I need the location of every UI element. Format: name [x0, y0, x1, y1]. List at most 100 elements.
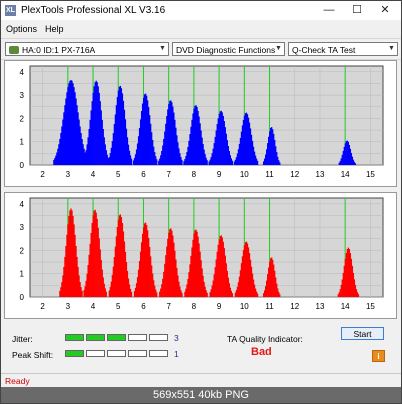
y-tick-label: 0: [20, 161, 25, 170]
toolbar: HA:0 ID:1 PX-716A ▼ DVD Diagnostic Funct…: [1, 38, 401, 60]
meter-segment: [149, 334, 168, 341]
x-tick-label: 5: [116, 302, 121, 311]
close-button[interactable]: ✕: [371, 2, 399, 19]
y-tick-label: 1: [20, 270, 25, 279]
status-text: Ready: [5, 376, 30, 386]
x-tick-label: 13: [316, 170, 325, 179]
y-tick-label: 2: [20, 114, 25, 123]
jitter-value: 3: [174, 333, 179, 343]
drive-icon: [9, 46, 19, 54]
drive-select[interactable]: HA:0 ID:1 PX-716A ▼: [5, 42, 169, 56]
ta-quality-result: Bad: [251, 346, 272, 358]
y-tick-label: 4: [20, 68, 25, 77]
jitter-chart-panel: 0 1 2 3 4 2 3 4 5 6 7 8 9 10 11 12 13 14 15: [4, 60, 397, 187]
chevron-down-icon: ▼: [159, 45, 166, 52]
plot-area: [29, 197, 384, 298]
x-tick-label: 11: [265, 302, 274, 311]
histogram-bar: [256, 160, 259, 165]
x-tick-label: 5: [116, 170, 121, 179]
jitter-chart: 012342 3 4 5 6 7 8 9 10 11 12 13 14 15: [20, 65, 384, 179]
x-tick-label: 8: [192, 302, 197, 311]
peakshift-chart: 012342 3 4 5 6 7 8 9 10 11 12 13 14 15: [20, 197, 384, 311]
peak-shift-label: Peak Shift:: [12, 350, 54, 360]
y-tick-label: 4: [20, 200, 25, 209]
histogram-bar: [279, 162, 281, 165]
x-tick-label: 12: [290, 170, 299, 179]
test-select[interactable]: Q-Check TA Test ▼: [288, 42, 398, 56]
y-tick-label: 1: [20, 138, 25, 147]
meter-segment: [65, 334, 84, 341]
y-tick-label: 3: [20, 223, 25, 232]
meter-segment: [86, 350, 105, 357]
x-tick-label: 3: [66, 302, 71, 311]
status-bar: Ready: [1, 373, 401, 387]
histogram-bar: [181, 159, 183, 165]
x-tick-label: 15: [366, 302, 375, 311]
histogram-bar: [181, 292, 183, 297]
menu-help[interactable]: Help: [45, 24, 64, 34]
y-tick-label: 2: [20, 246, 25, 255]
x-tick-label: 11: [265, 170, 274, 179]
minimize-button[interactable]: —: [315, 2, 343, 19]
y-tick-label: 3: [20, 91, 25, 100]
x-tick-label: 3: [66, 170, 71, 179]
function-select[interactable]: DVD Diagnostic Functions ▼: [172, 42, 285, 56]
x-tick-label: 8: [192, 170, 197, 179]
histogram-bar: [354, 163, 357, 165]
chevron-down-icon: ▼: [275, 45, 282, 52]
meter-segment: [107, 334, 126, 341]
x-tick-label: 4: [91, 302, 96, 311]
meter-segment: [107, 350, 126, 357]
app-window: XL PlexTools Professional XL V3.16 — ☐ ✕…: [0, 0, 402, 404]
histogram-bar: [130, 291, 133, 297]
start-button[interactable]: Start: [341, 327, 384, 340]
peakshift-chart-panel: 0 1 2 3 4 2 3 4 5 6 7 8 9 10 11 12 13 14 15: [4, 192, 397, 319]
histogram-bar: [231, 293, 234, 297]
x-tick-label: 4: [91, 170, 96, 179]
x-tick-label: 9: [217, 302, 222, 311]
histogram-bar: [156, 159, 158, 165]
drive-select-value: HA:0 ID:1 PX-716A: [22, 45, 96, 55]
test-select-value: Q-Check TA Test: [292, 45, 356, 55]
meter-segment: [128, 334, 147, 341]
menu-bar: Options Help: [1, 22, 401, 36]
x-tick-label: 9: [217, 170, 222, 179]
x-tick-label: 10: [240, 302, 249, 311]
window-title: PlexTools Professional XL V3.16: [21, 5, 166, 16]
maximize-button[interactable]: ☐: [343, 2, 371, 19]
title-bar: XL PlexTools Professional XL V3.16 — ☐ ✕: [1, 1, 401, 20]
meter-segment: [149, 350, 168, 357]
jitter-label: Jitter:: [12, 334, 33, 344]
app-icon: XL: [5, 5, 16, 16]
info-button[interactable]: i: [372, 350, 385, 362]
meter-segment: [65, 350, 84, 357]
peak-shift-value: 1: [174, 349, 179, 359]
histogram-bar: [206, 160, 208, 165]
x-tick-label: 7: [166, 302, 171, 311]
menu-options[interactable]: Options: [6, 24, 37, 34]
x-tick-label: 14: [341, 302, 350, 311]
meter-segment: [128, 350, 147, 357]
ta-quality-label: TA Quality Indicator:: [227, 334, 303, 344]
chevron-down-icon: ▼: [388, 45, 395, 52]
histogram-bar: [156, 292, 158, 297]
y-tick-label: 0: [20, 293, 25, 302]
x-tick-label: 10: [240, 170, 249, 179]
x-tick-label: 6: [141, 302, 146, 311]
x-tick-label: 6: [141, 170, 146, 179]
x-tick-label: 7: [166, 170, 171, 179]
histogram-bar: [357, 294, 360, 297]
histogram-bar: [279, 294, 281, 297]
x-tick-label: 2: [40, 170, 45, 179]
function-select-value: DVD Diagnostic Functions: [176, 45, 276, 55]
meter-segment: [86, 334, 105, 341]
histogram-bar: [206, 292, 208, 297]
histogram-bar: [256, 293, 259, 297]
x-tick-label: 14: [341, 170, 350, 179]
x-tick-label: 13: [316, 302, 325, 311]
x-tick-label: 2: [40, 302, 45, 311]
x-tick-label: 12: [290, 302, 299, 311]
histogram-bar: [105, 291, 107, 297]
histogram-bar: [130, 158, 133, 165]
x-tick-label: 15: [366, 170, 375, 179]
